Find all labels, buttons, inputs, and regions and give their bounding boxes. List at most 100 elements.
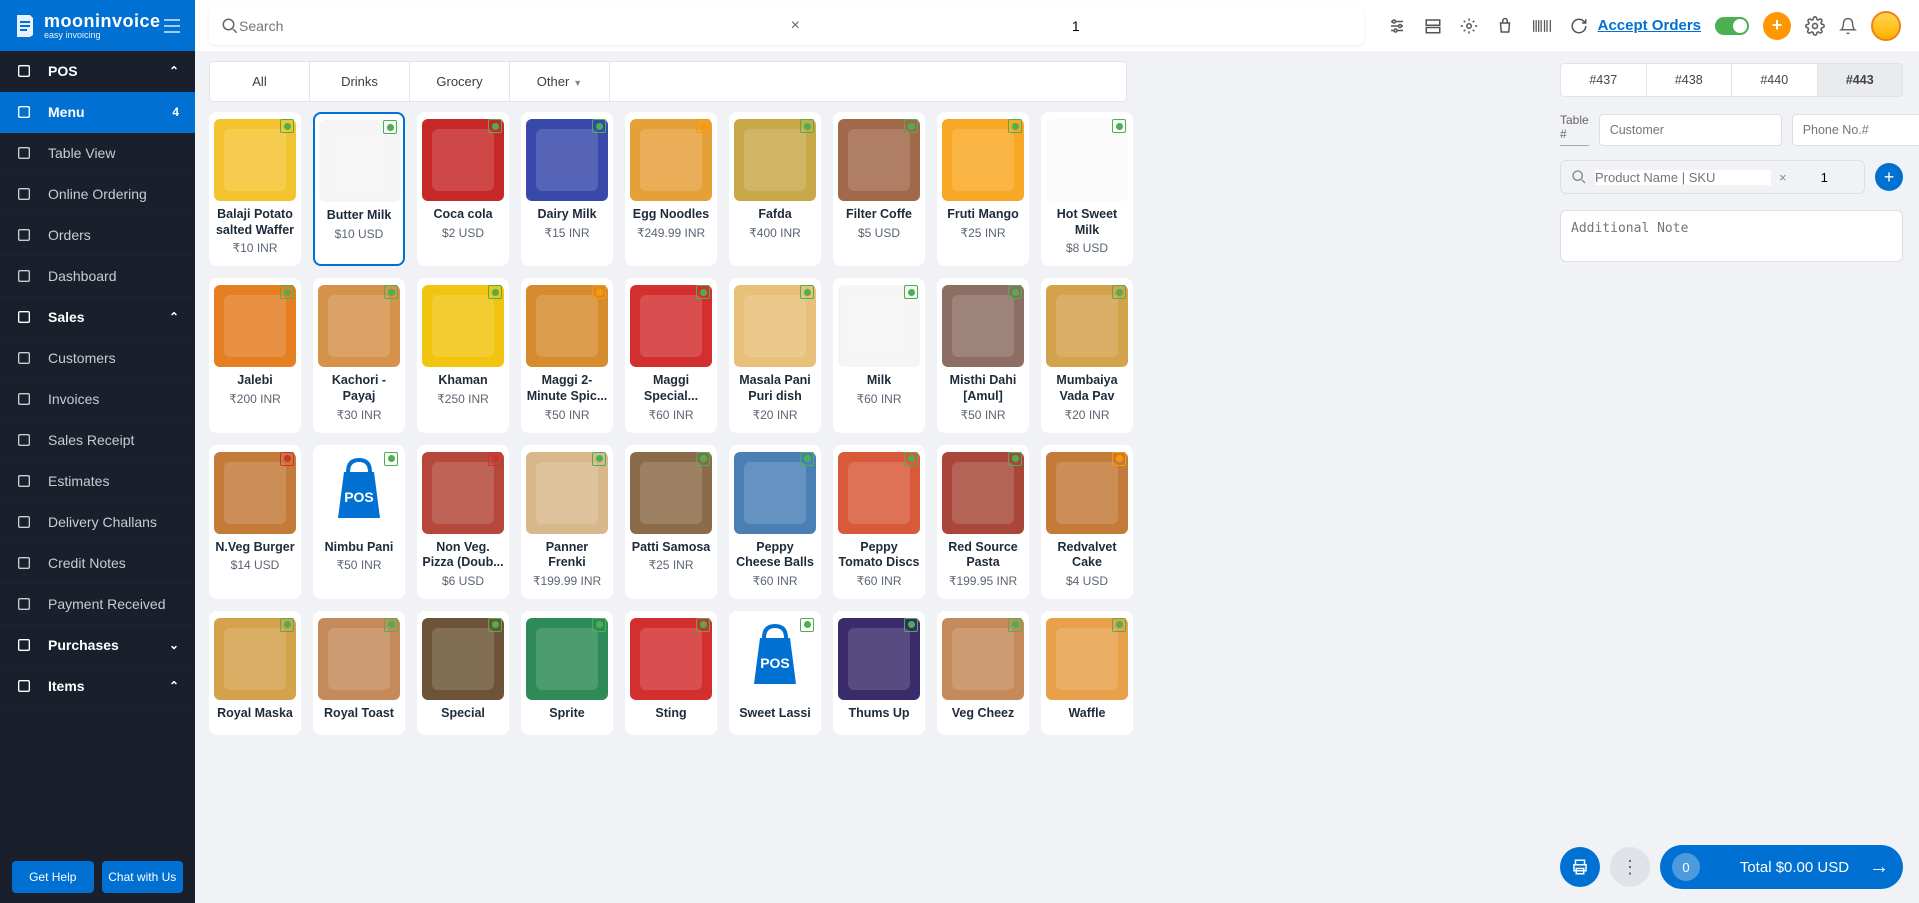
product-card[interactable]: Balaji Potato salted Waffer ₹10 INR (209, 112, 301, 266)
diet-veg-icon (1112, 618, 1126, 632)
category-grocery[interactable]: Grocery (410, 62, 510, 101)
add-product-button[interactable]: + (1875, 163, 1903, 191)
total-button[interactable]: 0 Total $0.00 USD → (1660, 845, 1903, 889)
order-tab[interactable]: #440 (1732, 64, 1818, 96)
accept-toggle[interactable] (1715, 17, 1749, 35)
sidebar-item-pos[interactable]: POS⌃ (0, 51, 195, 92)
order-tab[interactable]: #438 (1647, 64, 1733, 96)
product-name: Special (422, 706, 504, 722)
product-card[interactable]: Waffle (1041, 611, 1133, 736)
clear-product-icon[interactable]: × (1779, 170, 1787, 185)
product-card[interactable]: Hot Sweet Milk $8 USD (1041, 112, 1133, 266)
product-search[interactable]: × (1560, 160, 1865, 194)
product-card[interactable]: Milk ₹60 INR (833, 278, 925, 432)
product-name: Masala Pani Puri dish (734, 373, 816, 404)
product-name: Non Veg. Pizza (Doub... (422, 540, 504, 571)
product-card[interactable]: Red Source Pasta ₹199.95 INR (937, 445, 1029, 599)
product-card[interactable]: POS Sweet Lassi (729, 611, 821, 736)
product-card[interactable]: Dairy Milk ₹15 INR (521, 112, 613, 266)
sidebar-item-estimates[interactable]: Estimates (0, 461, 195, 502)
category-other[interactable]: Other▼ (510, 62, 610, 101)
sidebar-item-invoices[interactable]: Invoices (0, 379, 195, 420)
product-card[interactable]: Mumbaiya Vada Pav ₹20 INR (1041, 278, 1133, 432)
sidebar-item-dashboard[interactable]: Dashboard (0, 256, 195, 297)
sidebar-item-sales[interactable]: Sales⌃ (0, 297, 195, 338)
sidebar-item-online[interactable]: Online Ordering (0, 174, 195, 215)
settings-slider-icon[interactable] (1388, 17, 1406, 35)
sidebar-item-payment[interactable]: Payment Received (0, 584, 195, 625)
product-card[interactable]: Kachori - Payaj ₹30 INR (313, 278, 405, 432)
product-card[interactable]: Redvalvet Cake $4 USD (1041, 445, 1133, 599)
search-qty[interactable] (800, 18, 1352, 34)
print-icon[interactable] (1560, 847, 1600, 887)
sidebar-item-menu[interactable]: Menu4 (0, 92, 195, 133)
sidebar-label: Online Ordering (48, 186, 147, 202)
product-card[interactable]: Misthi Dahi [Amul] ₹50 INR (937, 278, 1029, 432)
user-avatar[interactable] (1871, 11, 1901, 41)
product-card[interactable]: Fruti Mango ₹25 INR (937, 112, 1029, 266)
product-card[interactable]: POS Nimbu Pani ₹50 INR (313, 445, 405, 599)
sidebar-item-purchases[interactable]: Purchases⌄ (0, 625, 195, 666)
product-card[interactable]: Special (417, 611, 509, 736)
product-card[interactable]: Maggi Special... ₹60 INR (625, 278, 717, 432)
customer-input[interactable] (1599, 114, 1782, 146)
sidebar-item-orders[interactable]: Orders (0, 215, 195, 256)
product-card[interactable]: Non Veg. Pizza (Doub... $6 USD (417, 445, 509, 599)
product-card[interactable]: Panner Frenki ₹199.99 INR (521, 445, 613, 599)
refresh-icon[interactable] (1570, 17, 1588, 35)
category-drinks[interactable]: Drinks (310, 62, 410, 101)
bell-icon[interactable] (1839, 16, 1857, 36)
chat-button[interactable]: Chat with Us (102, 861, 184, 893)
product-card[interactable]: Masala Pani Puri dish ₹20 INR (729, 278, 821, 432)
sidebar-item-credit[interactable]: Credit Notes (0, 543, 195, 584)
product-card[interactable]: Patti Samosa ₹25 INR (625, 445, 717, 599)
table-label[interactable]: Table # (1560, 113, 1589, 146)
sidebar-item-delivery[interactable]: Delivery Challans (0, 502, 195, 543)
product-card[interactable]: Thums Up (833, 611, 925, 736)
takeout-icon[interactable] (1496, 17, 1514, 35)
product-card[interactable]: Sprite (521, 611, 613, 736)
sidebar-item-customers[interactable]: Customers (0, 338, 195, 379)
barcode-icon[interactable] (1532, 17, 1552, 35)
product-card[interactable]: Khaman ₹250 INR (417, 278, 509, 432)
sidebar-item-items[interactable]: Items⌃ (0, 666, 195, 707)
diet-veg-icon (800, 285, 814, 299)
settings-icon[interactable] (1805, 16, 1825, 36)
product-card[interactable]: Peppy Tomato Discs ₹60 INR (833, 445, 925, 599)
search-bar[interactable]: × (209, 7, 1364, 45)
product-card[interactable]: Coca cola $2 USD (417, 112, 509, 266)
product-card[interactable]: Butter Milk $10 USD (313, 112, 405, 266)
menu-toggle-icon[interactable] (163, 19, 181, 33)
order-tab[interactable]: #437 (1561, 64, 1647, 96)
product-card[interactable]: Egg Noodles ₹249.99 INR (625, 112, 717, 266)
more-icon[interactable]: ⋮ (1610, 847, 1650, 887)
note-input[interactable] (1560, 210, 1903, 262)
sidebar-footer: Get Help Chat with Us (0, 861, 195, 893)
product-card[interactable]: Veg Cheez (937, 611, 1029, 736)
order-tabs: #437#438#440#443 (1560, 63, 1903, 97)
category-all[interactable]: All (210, 62, 310, 101)
search-input[interactable] (239, 18, 791, 34)
product-card[interactable]: Royal Maska (209, 611, 301, 736)
help-button[interactable]: Get Help (12, 861, 94, 893)
product-search-input[interactable] (1595, 170, 1771, 185)
product-qty[interactable] (1795, 170, 1854, 185)
accept-orders-link[interactable]: Accept Orders (1598, 17, 1701, 34)
order-tab[interactable]: #443 (1818, 64, 1903, 96)
product-card[interactable]: Peppy Cheese Balls ₹60 INR (729, 445, 821, 599)
add-button[interactable]: + (1763, 12, 1791, 40)
layout-icon[interactable] (1424, 17, 1442, 35)
clear-icon[interactable]: × (791, 17, 800, 35)
product-card[interactable]: Sting (625, 611, 717, 736)
product-card[interactable]: N.Veg Burger $14 USD (209, 445, 301, 599)
sidebar-item-table[interactable]: Table View (0, 133, 195, 174)
diet-veg-icon (280, 285, 294, 299)
gear-icon[interactable] (1460, 17, 1478, 35)
product-card[interactable]: Maggi 2-Minute Spic... ₹50 INR (521, 278, 613, 432)
product-card[interactable]: Fafda ₹400 INR (729, 112, 821, 266)
sidebar-item-receipt[interactable]: Sales Receipt (0, 420, 195, 461)
product-card[interactable]: Filter Coffe $5 USD (833, 112, 925, 266)
product-card[interactable]: Royal Toast (313, 611, 405, 736)
product-card[interactable]: Jalebi ₹200 INR (209, 278, 301, 432)
phone-input[interactable] (1792, 114, 1919, 146)
